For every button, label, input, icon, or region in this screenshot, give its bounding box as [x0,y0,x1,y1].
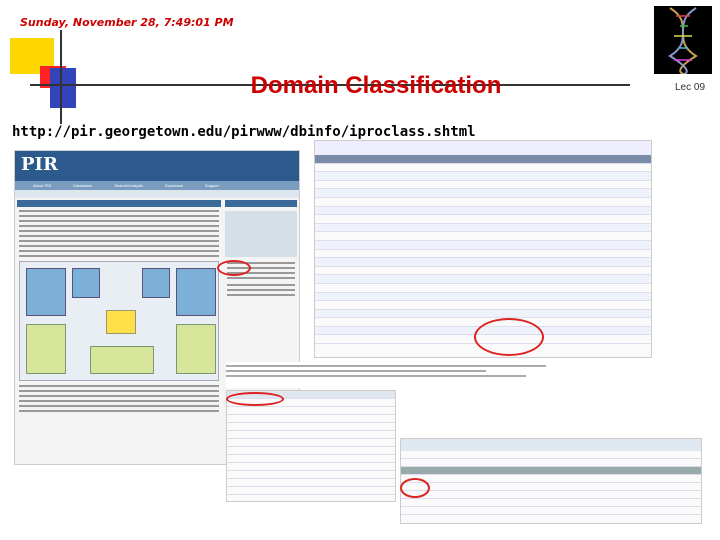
table-row [315,215,651,224]
table-row [401,507,701,515]
table-row [227,439,395,447]
table-row [401,475,701,483]
result-header [401,439,701,451]
table-row [401,483,701,491]
pir-main-content [17,200,221,415]
table-header [315,155,651,164]
table-row [401,499,701,507]
table-row [401,459,701,467]
pir-breadcrumb [15,190,299,198]
table-row [315,232,651,241]
iproclass-center-box [106,310,136,334]
table-row [315,258,651,267]
table-row [315,189,651,198]
slide-datetime: Sunday, November 28, 7:49:01 PM [20,16,234,29]
pir-logo: PIR [21,154,58,175]
table-row [315,250,651,259]
lecture-number: Lec 09 [675,82,706,93]
table-row [401,491,701,499]
table-row [227,447,395,455]
table-row [227,431,395,439]
highlight-oval [400,478,430,498]
sidebar-bar [225,200,297,207]
source-url[interactable]: http://pir.georgetown.edu/pirwww/dbinfo/… [12,124,476,140]
pir-nav-item: Databases [73,183,93,188]
pir-nav: About PIR Databases Search/Analysis Down… [15,181,299,190]
table-row [315,267,651,276]
highlight-oval [217,260,251,276]
highlight-oval [474,318,544,356]
pir-nav-item: Search/Analysis [114,183,144,188]
table-row [315,275,651,284]
table-row [315,284,651,293]
table-row [315,164,651,173]
iproclass-diagram [19,261,219,381]
slide-title: Domain Classification [250,72,502,99]
entry-text-strip [226,362,706,388]
table-row [227,455,395,463]
table-row [227,407,395,415]
text-block [17,210,221,257]
dna-helix-image [654,6,712,75]
feature-table-screenshot [226,390,396,502]
table-row [315,240,651,250]
domain-results-screenshot [400,438,702,524]
database-icons [225,211,297,257]
pir-header: PIR [15,151,299,181]
pir-nav-item: Support [204,183,219,188]
table-row [227,415,395,423]
table-header [401,467,701,475]
table-row [227,471,395,479]
table-row [315,223,651,233]
table-row [315,181,651,190]
table-row [315,206,651,216]
pir-nav-item: About PIR [33,183,52,188]
table-row [315,301,651,310]
table-row [227,487,395,495]
table-row [227,479,395,487]
highlight-oval [226,392,284,406]
table-row [315,309,651,319]
table-row [315,172,651,181]
table-row [315,292,651,302]
text-block [17,385,221,412]
pir-nav-item: Download [165,183,183,188]
table-row [227,423,395,431]
table-row [227,463,395,471]
section-bar [17,200,221,207]
table-row [401,451,701,459]
table-row [315,198,651,207]
